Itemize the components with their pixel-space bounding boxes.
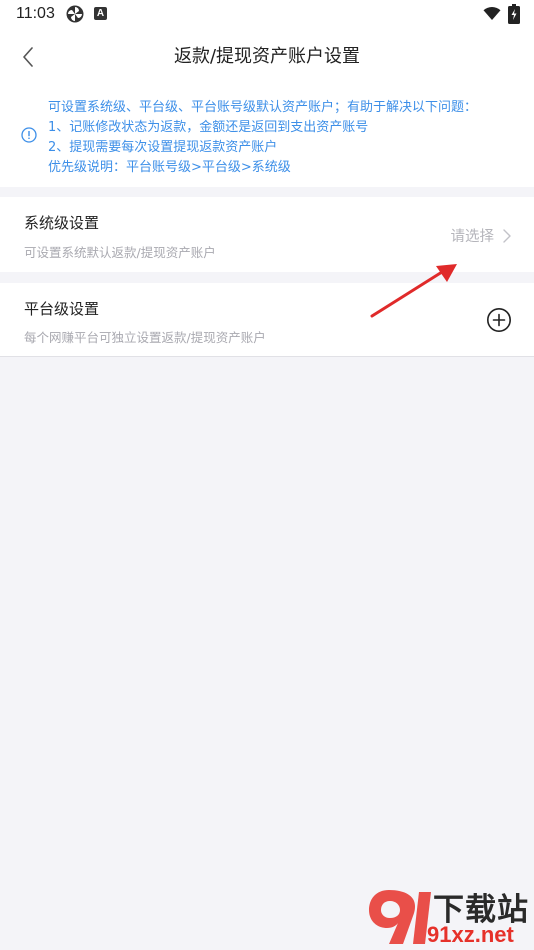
- battery-charging-icon: [508, 4, 520, 24]
- info-lines: 可设置系统级、平台级、平台账号级默认资产账户；有助于解决以下问题： 1、记账修改…: [48, 98, 528, 178]
- platform-setting-row: 平台级设置 每个网赚平台可独立设置返款/提现资产账户: [0, 283, 534, 357]
- info-line: 可设置系统级、平台级、平台账号级默认资产账户；有助于解决以下问题：: [48, 100, 478, 115]
- select-account-button[interactable]: 请选择: [451, 225, 513, 246]
- nav-bar: 返款/提现资产账户设置: [0, 28, 534, 86]
- watermark-url: 91xz.net: [427, 922, 514, 947]
- system-setting-subtitle: 可设置系统默认返款/提现资产账户: [24, 245, 216, 260]
- status-bar: 11:03 A: [0, 0, 534, 28]
- info-line: 优先级说明：平台账号级>平台级>系统级: [48, 160, 291, 175]
- wifi-icon: [483, 7, 501, 20]
- chevron-left-icon: [23, 47, 33, 67]
- system-setting-row[interactable]: 系统级设置 可设置系统默认返款/提现资产账户 请选择: [0, 197, 534, 272]
- back-button[interactable]: [14, 42, 42, 72]
- pinwheel-icon: [66, 5, 84, 23]
- info-line: 1、记账修改状态为返款，金额还是返回到支出资产账号: [48, 120, 369, 135]
- status-time: 11:03: [16, 5, 55, 22]
- info-circle-icon: [21, 127, 37, 143]
- watermark-91-logo-icon: [369, 890, 431, 944]
- info-line: 2、提现需要每次设置提现返款资产账户: [48, 140, 278, 155]
- platform-setting-title: 平台级设置: [24, 300, 100, 318]
- page-title: 返款/提现资产账户设置: [173, 46, 361, 67]
- select-label: 请选择: [450, 229, 495, 245]
- a-badge-icon: A: [94, 7, 107, 20]
- platform-setting-subtitle: 每个网赚平台可独立设置返款/提现资产账户: [24, 330, 266, 345]
- info-notice: 可设置系统级、平台级、平台账号级默认资产账户；有助于解决以下问题： 1、记账修改…: [0, 86, 534, 187]
- chevron-right-icon: [503, 228, 511, 243]
- plus-circle-icon[interactable]: [486, 307, 512, 333]
- watermark-logo: 下载站 91xz.net: [365, 884, 533, 948]
- system-setting-title: 系统级设置: [24, 214, 100, 232]
